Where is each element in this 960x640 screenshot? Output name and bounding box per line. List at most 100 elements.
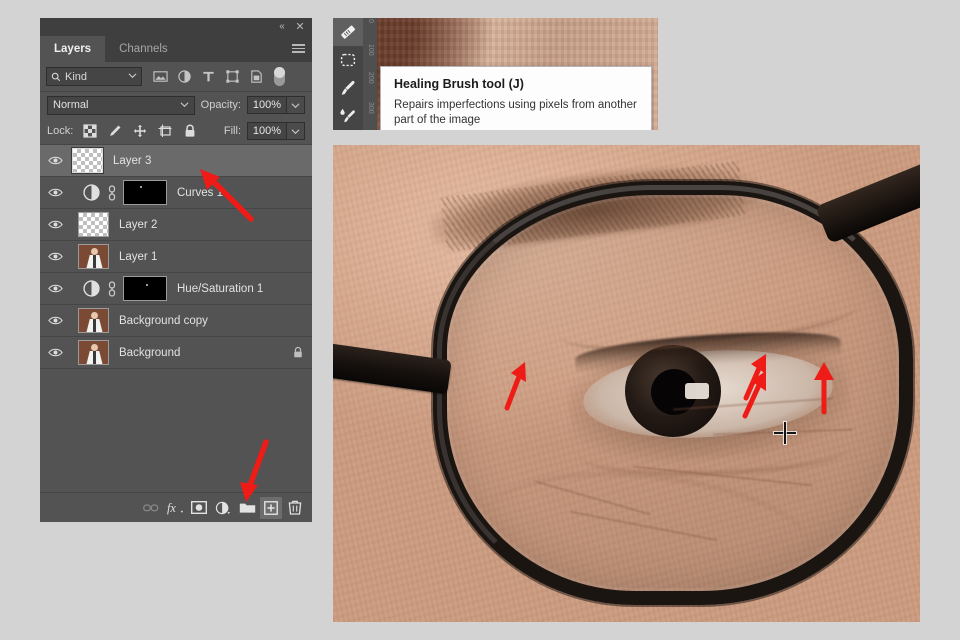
layer-thumbnail[interactable] [72, 148, 103, 173]
link-mask-icon[interactable] [106, 280, 118, 297]
layer-thumbnail[interactable] [78, 308, 109, 333]
layer-styles-button[interactable]: fx [164, 497, 186, 519]
spot-healing-tool[interactable] [333, 102, 363, 130]
healing-brush-tool[interactable] [333, 18, 363, 46]
tool-tooltip: Healing Brush tool (J) Repairs imperfect… [380, 66, 652, 130]
curves-adjustment-icon[interactable] [83, 184, 100, 201]
table-row[interactable]: Background [40, 337, 312, 369]
trash-icon [288, 500, 302, 515]
filter-kind-select[interactable]: Kind [46, 67, 142, 86]
crosshair-cursor [774, 422, 796, 444]
layer-mask-thumbnail[interactable] [123, 180, 167, 205]
ruler-mark: 100 [367, 44, 374, 56]
fill-label: Fill: [223, 125, 241, 137]
filter-toggle-switch[interactable] [274, 67, 285, 86]
layer-visibility-toggle[interactable] [40, 315, 70, 326]
image-filter-icon[interactable] [153, 69, 168, 84]
lock-image-pixels-icon[interactable] [108, 124, 122, 138]
layer-name: Layer 3 [113, 154, 152, 167]
layer-name: Layer 2 [119, 218, 158, 231]
fill-stepper[interactable] [287, 122, 305, 140]
chevron-down-icon [180, 101, 189, 107]
filter-kind-label: Kind [65, 70, 88, 83]
tools-toolbar [333, 18, 363, 130]
layers-list: Layer 3 Curves 1 Layer 2 Layer 1 Hue/Sat… [40, 144, 312, 492]
canvas-image-area[interactable] [333, 145, 920, 622]
lock-transparent-pixels-icon[interactable] [83, 124, 97, 138]
tab-layers-label: Layers [54, 43, 92, 55]
table-row[interactable]: Layer 1 [40, 241, 312, 273]
adjustment-filter-icon[interactable] [177, 69, 192, 84]
eyeglass-frame-highlight [437, 185, 909, 601]
eye-icon [47, 316, 63, 325]
eye-icon [47, 220, 63, 229]
panel-titlebar: « ✕ [40, 18, 312, 36]
new-group-button[interactable] [236, 497, 258, 519]
table-row[interactable]: Background copy [40, 305, 312, 337]
lock-position-icon[interactable] [133, 124, 147, 138]
layers-panel: « ✕ Layers Channels Kind Normal Opacity:… [40, 18, 312, 522]
table-row[interactable]: Hue/Saturation 1 [40, 273, 312, 305]
layer-thumbnail[interactable] [78, 244, 109, 269]
blend-mode-value: Normal [53, 99, 89, 111]
layers-panel-footer: fx [40, 492, 312, 522]
link-layers-button[interactable] [140, 497, 162, 519]
folder-icon [239, 503, 255, 513]
add-layer-mask-button[interactable] [188, 497, 210, 519]
link-mask-icon[interactable] [106, 184, 118, 201]
search-icon [51, 72, 61, 81]
lock-artboard-icon[interactable] [158, 124, 172, 138]
blend-mode-row: Normal Opacity: 100% [40, 92, 312, 118]
layer-visibility-toggle[interactable] [40, 347, 70, 358]
table-row[interactable]: Layer 2 [40, 209, 312, 241]
new-adjustment-layer-button[interactable] [212, 497, 234, 519]
vertical-ruler: 0 100 200 300 [363, 18, 377, 130]
lock-all-icon[interactable] [183, 124, 197, 138]
plus-square-icon [264, 500, 278, 515]
layer-filter-row: Kind [40, 62, 312, 92]
close-panel-icon[interactable]: ✕ [294, 21, 306, 33]
opacity-stepper[interactable] [287, 96, 305, 114]
eye-icon [47, 188, 63, 197]
fill-input[interactable]: 100% [247, 122, 287, 140]
chevron-down-icon [291, 102, 300, 108]
spot-healing-icon [340, 108, 355, 123]
locked-badge-icon [294, 346, 302, 358]
table-row[interactable]: Curves 1 [40, 177, 312, 209]
smart-object-filter-icon[interactable] [249, 69, 264, 84]
layer-mask-thumbnail[interactable] [123, 276, 167, 301]
layer-visibility-toggle[interactable] [40, 251, 70, 262]
layer-visibility-toggle[interactable] [40, 187, 70, 198]
chevron-down-icon [128, 73, 137, 79]
new-layer-button[interactable] [260, 496, 282, 519]
eye-icon [47, 348, 63, 357]
ruler-mark: 0 [367, 19, 374, 23]
tab-channels-label: Channels [119, 43, 168, 55]
layer-visibility-toggle[interactable] [40, 219, 70, 230]
brush-tool[interactable] [333, 74, 363, 102]
tooltip-title: Healing Brush tool (J) [394, 77, 524, 91]
hamburger-menu-icon[interactable] [292, 44, 305, 54]
tab-channels[interactable]: Channels [105, 36, 182, 62]
opacity-input[interactable]: 100% [247, 96, 287, 114]
type-filter-icon[interactable] [201, 69, 216, 84]
ruler-mark: 300 [367, 102, 374, 114]
table-row[interactable]: Layer 3 [40, 145, 312, 177]
ruler-mark: 200 [367, 72, 374, 84]
svg-text:fx: fx [167, 501, 176, 515]
tooltip-description: Repairs imperfections using pixels from … [394, 99, 637, 126]
layer-visibility-toggle[interactable] [40, 155, 70, 166]
blend-mode-select[interactable]: Normal [47, 95, 195, 115]
link-icon [143, 503, 159, 511]
collapse-panel-icon[interactable]: « [276, 21, 288, 33]
chevron-down-icon [291, 128, 300, 134]
layer-visibility-toggle[interactable] [40, 283, 70, 294]
hue-saturation-adjustment-icon[interactable] [83, 280, 100, 297]
half-circle-icon [215, 501, 231, 514]
layer-thumbnail[interactable] [78, 212, 109, 237]
delete-layer-button[interactable] [284, 497, 306, 519]
patch-tool[interactable] [333, 46, 363, 74]
layer-thumbnail[interactable] [78, 340, 109, 365]
tab-layers[interactable]: Layers [40, 36, 106, 62]
shape-filter-icon[interactable] [225, 69, 240, 84]
